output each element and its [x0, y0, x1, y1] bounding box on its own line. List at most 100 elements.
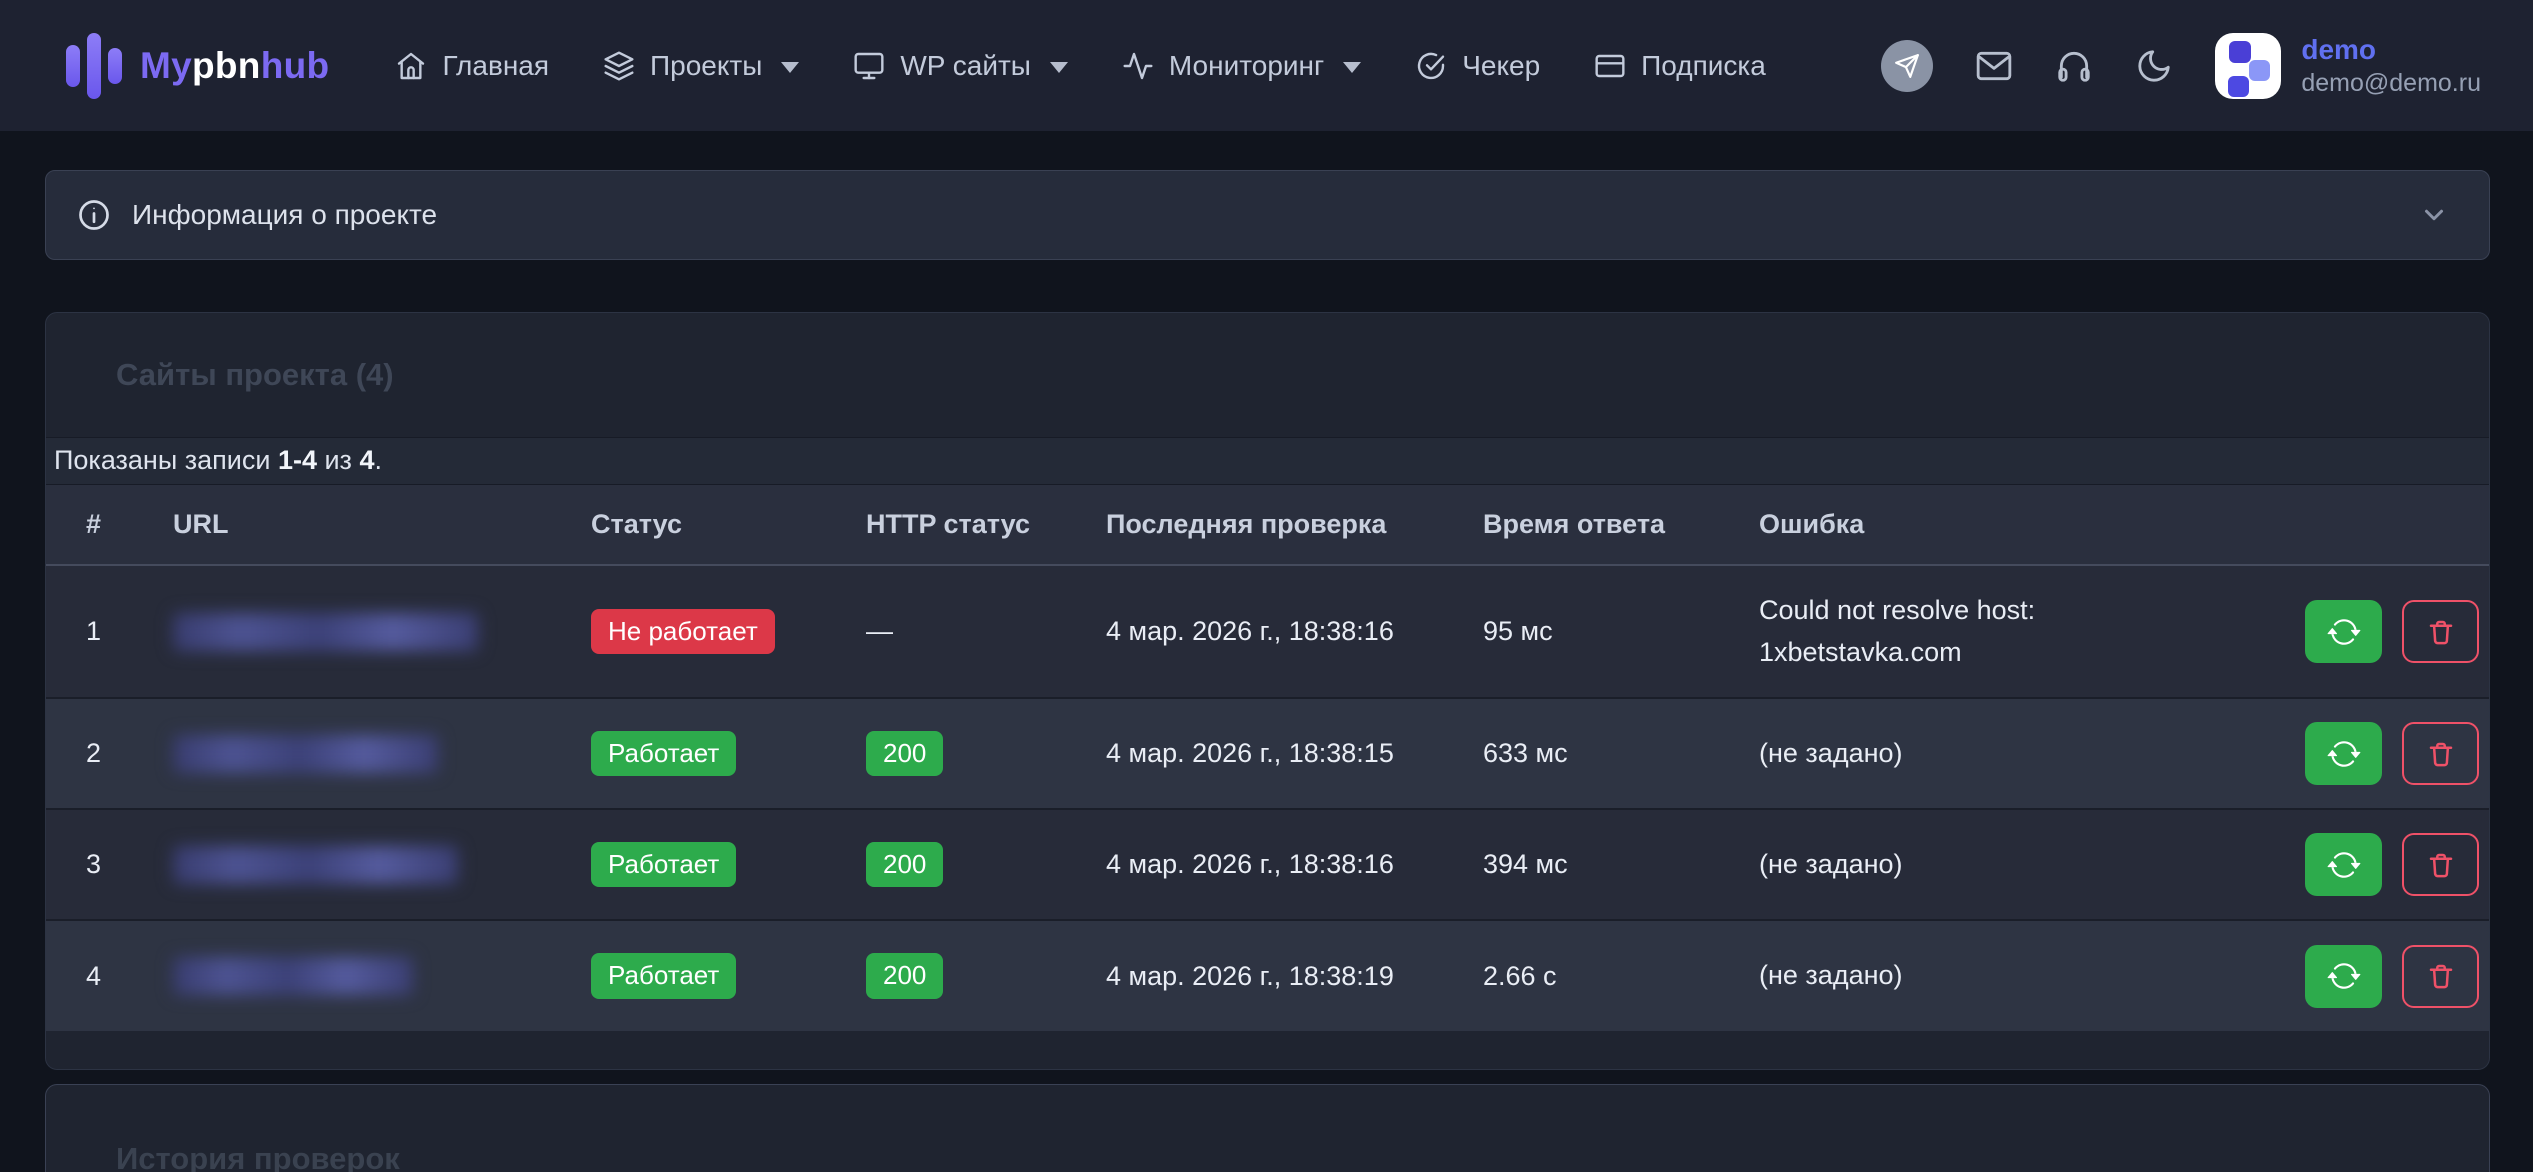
nav-item-checker[interactable]: Чекер	[1415, 50, 1540, 82]
chevron-down-icon	[1050, 62, 1068, 73]
history-card-title: История проверок	[116, 1141, 2489, 1172]
last-check: 4 мар. 2026 г., 18:38:16	[1094, 809, 1471, 920]
trash-icon	[2426, 617, 2456, 647]
http-status-badge: 200	[866, 842, 943, 888]
nav-menu: Главная Проекты WP сайты Мониторинг	[395, 50, 1765, 82]
home-icon	[395, 50, 427, 82]
table-header-row: # URL Статус HTTP статус Последняя прове…	[46, 485, 2490, 565]
col-header-status: Статус	[579, 485, 854, 565]
row-number: 1	[46, 565, 161, 698]
sites-table: # URL Статус HTTP статус Последняя прове…	[46, 485, 2490, 1031]
error-text: (не задано)	[1759, 844, 2232, 886]
nav-item-label: Мониторинг	[1169, 50, 1324, 82]
user-name: demo	[2301, 32, 2481, 67]
monitor-icon	[853, 50, 885, 82]
avatar	[2215, 33, 2281, 99]
response-time: 394 мс	[1471, 809, 1747, 920]
brand-title: Mypbnhub	[140, 45, 329, 87]
row-number: 3	[46, 809, 161, 920]
sites-card-title: Сайты проекта (4)	[46, 313, 2489, 393]
chevron-down-icon	[781, 62, 799, 73]
brand-logo[interactable]: Mypbnhub	[66, 31, 329, 101]
refresh-icon	[2327, 615, 2361, 649]
user-info: demo demo@demo.ru	[2301, 32, 2481, 100]
status-badge: Не работает	[591, 609, 775, 655]
refresh-icon	[2327, 959, 2361, 993]
user-email: demo@demo.ru	[2301, 67, 2481, 100]
sites-card: Сайты проекта (4) Показаны записи 1-4 из…	[45, 312, 2490, 1070]
delete-button[interactable]	[2402, 600, 2479, 663]
delete-button[interactable]	[2402, 945, 2479, 1008]
nav-item-projects[interactable]: Проекты	[603, 50, 799, 82]
url-cell	[161, 698, 579, 809]
error-text: (не задано)	[1759, 733, 2232, 775]
url-cell	[161, 920, 579, 1031]
status-badge: Работает	[591, 842, 736, 888]
recheck-button[interactable]	[2305, 833, 2382, 896]
telegram-icon	[1894, 53, 1920, 79]
nav-item-home[interactable]: Главная	[395, 50, 549, 82]
refresh-icon	[2327, 848, 2361, 882]
status-badge: Работает	[591, 731, 736, 777]
response-time: 633 мс	[1471, 698, 1747, 809]
error-text: Could not resolve host: 1xbetstavka.com	[1759, 590, 2232, 674]
user-menu[interactable]: demo demo@demo.ru	[2215, 32, 2481, 100]
table-summary: Показаны записи 1-4 из 4.	[46, 437, 2489, 485]
trash-icon	[2426, 850, 2456, 880]
url-cell	[161, 809, 579, 920]
trash-icon	[2426, 739, 2456, 769]
col-header-http: HTTP статус	[854, 485, 1094, 565]
navbar: Mypbnhub Главная Проекты WP сайты	[0, 0, 2533, 131]
activity-icon	[1122, 50, 1154, 82]
col-header-actions	[2244, 485, 2490, 565]
headphones-icon	[2055, 47, 2093, 85]
url-blurred	[173, 735, 438, 773]
table-row: 1 Не работает — 4 мар. 2026 г., 18:38:16…	[46, 565, 2490, 698]
last-check: 4 мар. 2026 г., 18:38:19	[1094, 920, 1471, 1031]
nav-item-monitoring[interactable]: Мониторинг	[1122, 50, 1361, 82]
history-card: История проверок	[45, 1084, 2490, 1172]
brand-bars-icon	[66, 31, 122, 101]
moon-icon	[2135, 47, 2173, 85]
col-header-num: #	[46, 485, 161, 565]
check-circle-icon	[1415, 50, 1447, 82]
url-cell	[161, 565, 579, 698]
mail-button[interactable]	[1975, 47, 2013, 85]
layers-icon	[603, 50, 635, 82]
url-blurred	[173, 846, 458, 884]
recheck-button[interactable]	[2305, 945, 2382, 1008]
recheck-button[interactable]	[2305, 600, 2382, 663]
info-icon	[76, 197, 112, 233]
nav-item-label: Подписка	[1641, 50, 1766, 82]
project-info-collapse[interactable]: Информация о проекте	[45, 170, 2490, 260]
response-time: 2.66 с	[1471, 920, 1747, 1031]
table-row: 3 Работает 200 4 мар. 2026 г., 18:38:16 …	[46, 809, 2490, 920]
table-row: 2 Работает 200 4 мар. 2026 г., 18:38:15 …	[46, 698, 2490, 809]
http-status-badge: 200	[866, 731, 943, 777]
nav-item-subscription[interactable]: Подписка	[1594, 50, 1766, 82]
nav-item-label: Чекер	[1462, 50, 1540, 82]
http-status-badge: 200	[866, 953, 943, 999]
telegram-button[interactable]	[1881, 40, 1933, 92]
nav-item-label: Главная	[442, 50, 549, 82]
col-header-url: URL	[161, 485, 579, 565]
col-header-last-check: Последняя проверка	[1094, 485, 1471, 565]
status-badge: Работает	[591, 953, 736, 999]
recheck-button[interactable]	[2305, 722, 2382, 785]
delete-button[interactable]	[2402, 833, 2479, 896]
project-info-title: Информация о проекте	[132, 199, 437, 231]
support-button[interactable]	[2055, 47, 2093, 85]
col-header-error: Ошибка	[1747, 485, 2244, 565]
chevron-down-icon	[1343, 62, 1361, 73]
last-check: 4 мар. 2026 г., 18:38:16	[1094, 565, 1471, 698]
error-text: (не задано)	[1759, 955, 2232, 997]
row-number: 4	[46, 920, 161, 1031]
row-number: 2	[46, 698, 161, 809]
nav-item-wp-sites[interactable]: WP сайты	[853, 50, 1068, 82]
last-check: 4 мар. 2026 г., 18:38:15	[1094, 698, 1471, 809]
theme-toggle-button[interactable]	[2135, 47, 2173, 85]
http-status: —	[854, 565, 1094, 698]
refresh-icon	[2327, 737, 2361, 771]
delete-button[interactable]	[2402, 722, 2479, 785]
chevron-down-icon[interactable]	[2419, 200, 2449, 230]
